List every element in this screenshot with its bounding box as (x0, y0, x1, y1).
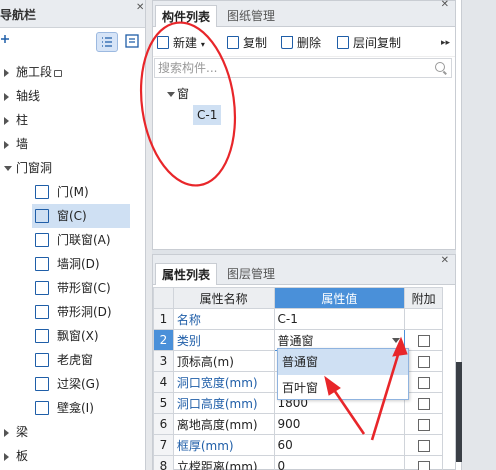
value-cell[interactable]: 900 (273, 413, 406, 435)
nav-item-door-window-opening[interactable]: 门窗洞 (0, 156, 146, 180)
nav-child-bay-window[interactable]: 飘窗(X) (32, 324, 130, 348)
dropdown-option-normal-window[interactable]: 普通窗 (278, 349, 408, 375)
table-row[interactable]: 7 框厚(mm) 60 (153, 434, 443, 456)
door-icon (35, 185, 49, 199)
nav-child-strip-window[interactable]: 带形窗(C) (32, 276, 130, 300)
navigation-panel: 导航栏 ✕ 施工段 轴线 柱 墙 门窗洞 门(M) 窗(C) 门联窗(A) 墙洞… (0, 0, 146, 470)
wall-opening-icon (35, 257, 49, 271)
floor-copy-icon (337, 36, 349, 49)
door-window-icon (35, 233, 49, 247)
category-dropdown: 普通窗 百叶窗 (277, 348, 409, 400)
nav-item-construction-section[interactable]: 施工段 (0, 60, 146, 84)
header-attach: 附加 (404, 287, 443, 309)
trash-icon (281, 36, 293, 49)
nav-child-door[interactable]: 门(M) (32, 180, 130, 204)
attach-checkbox[interactable] (417, 397, 430, 410)
header-property-value: 属性值 (273, 287, 406, 309)
nav-tree: 施工段 轴线 柱 墙 门窗洞 门(M) 窗(C) 门联窗(A) 墙洞(D) 带形… (0, 60, 146, 468)
bay-window-icon (35, 329, 49, 343)
table-row[interactable]: 1 名称 C-1 (153, 308, 443, 330)
value-cell[interactable]: 60 (273, 434, 406, 456)
lintel-icon (35, 377, 49, 391)
dropdown-option-louver-window[interactable]: 百叶窗 (278, 375, 408, 401)
strip-opening-icon (35, 305, 49, 319)
chevron-down-icon: ▾ (200, 40, 205, 49)
nav-child-window[interactable]: 窗(C) (32, 204, 130, 228)
chevron-down-icon[interactable] (392, 338, 401, 343)
value-cell[interactable]: C-1 (273, 308, 406, 330)
nav-item-beam[interactable]: 梁 (0, 420, 146, 444)
nav-child-dormer-window[interactable]: 老虎窗 (32, 348, 130, 372)
tab-layer-management[interactable]: 图层管理 (221, 263, 281, 285)
component-item[interactable]: C-1 (193, 105, 222, 125)
double-chevron-right-icon[interactable]: ▸▸ (441, 38, 450, 48)
attach-checkbox[interactable] (417, 418, 430, 431)
list-view-icon[interactable] (96, 32, 118, 52)
nav-child-lintel[interactable]: 过梁(G) (32, 372, 130, 396)
header-property-name: 属性名称 (172, 287, 275, 309)
nav-toolbar (0, 28, 145, 56)
table-row[interactable]: 6 离地高度(mm) 900 (153, 413, 443, 435)
component-search (154, 58, 452, 78)
component-list-panel: 构件列表 图纸管理 ✕ 新建 ▾ 复制 删除 层间复制 窗 C-1 (152, 0, 456, 250)
right-dock-strip (456, 0, 496, 470)
tab-component-list[interactable]: 构件列表 (155, 5, 218, 27)
nav-child-door-window[interactable]: 门联窗(A) (32, 228, 130, 252)
component-tabs: 构件列表 图纸管理 ✕ (153, 0, 455, 27)
lock-icon (54, 70, 63, 77)
attach-checkbox[interactable] (417, 460, 430, 470)
strip-window-icon (35, 281, 49, 295)
property-close-icon[interactable]: ✕ (441, 255, 449, 266)
attach-checkbox[interactable] (417, 355, 430, 368)
floor-copy-button[interactable]: 层间复制 (337, 34, 401, 52)
nav-item-wall[interactable]: 墙 (0, 132, 146, 156)
attach-checkbox[interactable] (417, 376, 430, 389)
copy-button[interactable]: 复制 (227, 34, 267, 52)
nav-item-slab[interactable]: 板 (0, 444, 146, 468)
tab-property-list[interactable]: 属性列表 (155, 263, 218, 285)
nav-child-strip-opening[interactable]: 带形洞(D) (32, 300, 130, 324)
window-icon (35, 209, 49, 223)
dormer-window-icon (35, 353, 49, 367)
value-cell[interactable]: 0 (273, 455, 406, 470)
nav-item-axis[interactable]: 轴线 (0, 84, 146, 108)
panel-close-icon[interactable]: ✕ (441, 0, 449, 10)
component-toolbar: 新建 ▾ 复制 删除 层间复制 (153, 27, 455, 57)
nav-item-column[interactable]: 柱 (0, 108, 146, 132)
search-input[interactable] (155, 59, 425, 77)
attach-checkbox[interactable] (417, 439, 430, 452)
new-button[interactable]: 新建 ▾ (157, 34, 205, 52)
detail-view-icon[interactable] (122, 32, 144, 52)
nav-child-wall-opening[interactable]: 墙洞(D) (32, 252, 130, 276)
nav-close-icon[interactable]: ✕ (136, 2, 144, 13)
property-tabs: 属性列表 图层管理 ✕ (153, 255, 455, 285)
tab-drawing-management[interactable]: 图纸管理 (221, 5, 281, 27)
new-icon (157, 36, 169, 49)
nav-child-niche[interactable]: 壁龛(I) (32, 396, 130, 420)
nav-title: 导航栏 (0, 8, 37, 22)
add-plus-icon[interactable] (0, 34, 10, 44)
search-icon[interactable] (435, 62, 445, 72)
copy-icon (227, 36, 239, 49)
table-row[interactable]: 8 立樘距离(mm) 0 (153, 455, 443, 470)
nav-titlebar: 导航栏 ✕ (0, 0, 145, 28)
table-header-row: 属性名称 属性值 附加 (153, 287, 443, 309)
delete-button[interactable]: 删除 (281, 34, 321, 52)
attach-checkbox[interactable] (417, 334, 430, 347)
niche-icon (35, 401, 49, 415)
